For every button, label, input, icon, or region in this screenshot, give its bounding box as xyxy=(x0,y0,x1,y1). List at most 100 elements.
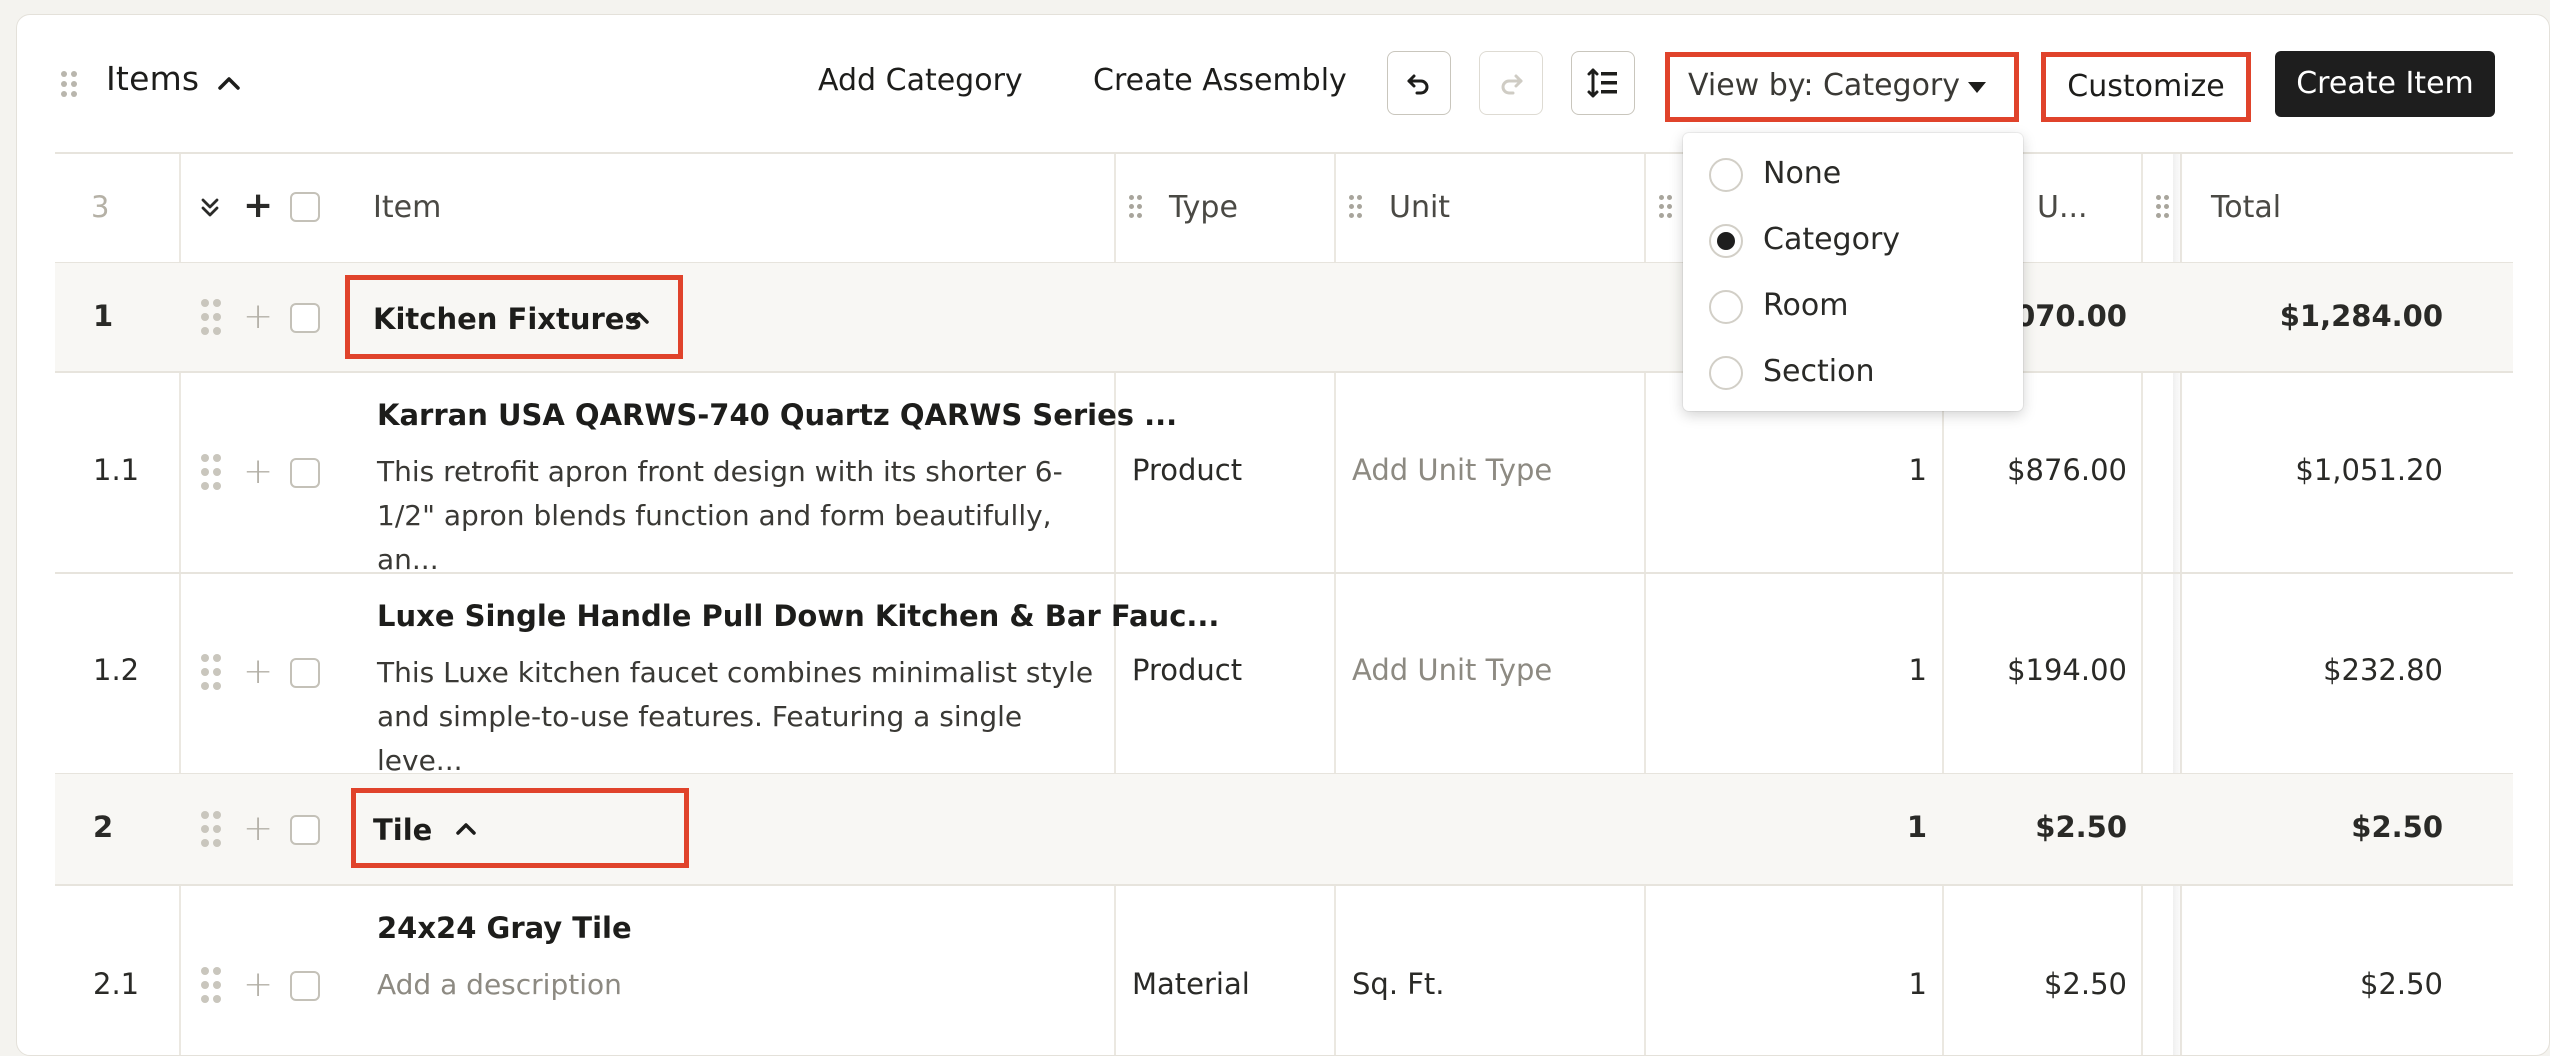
undo-icon xyxy=(1407,74,1429,95)
row-drag-handle-icon[interactable] xyxy=(201,654,223,690)
table-row[interactable]: 1.1 + Karran USA QARWS-740 Quartz QARWS … xyxy=(55,372,2513,576)
collapse-chevron-up-icon[interactable] xyxy=(625,304,653,332)
item-quantity[interactable]: 1 xyxy=(1755,453,1927,487)
column-header-type[interactable]: Type xyxy=(1169,190,1238,225)
create-item-button[interactable]: Create Item xyxy=(2275,51,2495,117)
view-by-label: View by: Category xyxy=(1688,68,1961,103)
view-option-none[interactable]: None xyxy=(1683,140,2023,206)
column-drag-icon[interactable] xyxy=(2156,195,2170,219)
customize-button[interactable]: Customize xyxy=(2041,52,2251,122)
line-spacing-icon xyxy=(1587,68,1617,98)
item-name[interactable]: Karran USA QARWS-740 Quartz QARWS Series… xyxy=(377,398,1177,432)
column-header-unit-cost[interactable]: U... xyxy=(2037,190,2088,225)
item-total: $2.50 xyxy=(2359,967,2443,1001)
row-checkbox[interactable] xyxy=(290,815,320,845)
radio-button-selected[interactable] xyxy=(1709,224,1743,258)
group-quantity: 1 xyxy=(1906,810,1927,844)
customize-label: Customize xyxy=(2067,69,2225,104)
add-category-button[interactable]: Add Category xyxy=(818,63,1023,98)
add-row-plus-icon[interactable]: + xyxy=(243,454,273,490)
view-option-room[interactable]: Room xyxy=(1683,272,2023,338)
table-row[interactable]: 1.2 + Luxe Single Handle Pull Down Kitch… xyxy=(55,573,2513,777)
column-drag-icon[interactable] xyxy=(1349,195,1363,219)
view-by-dropdown[interactable]: View by: Category xyxy=(1665,52,2019,122)
column-drag-icon[interactable] xyxy=(1659,195,1673,219)
select-all-checkbox[interactable] xyxy=(290,192,320,222)
group-name: Kitchen Fixtures xyxy=(373,302,642,336)
item-name[interactable]: Luxe Single Handle Pull Down Kitchen & B… xyxy=(377,599,1219,633)
item-unit[interactable]: Add Unit Type xyxy=(1352,453,1552,487)
group-row-tile[interactable]: 2 + Tile 1 $2.50 $2.50 xyxy=(55,774,2513,884)
item-unit-cost[interactable]: $876.00 xyxy=(1955,453,2127,487)
group-unit-cost: $2.50 xyxy=(2035,810,2127,844)
row-checkbox[interactable] xyxy=(290,303,320,333)
row-drag-handle-icon[interactable] xyxy=(201,454,223,490)
item-unit-cost[interactable]: $2.50 xyxy=(1955,967,2127,1001)
undo-button[interactable] xyxy=(1387,51,1451,115)
view-option-label: Category xyxy=(1763,222,1901,257)
redo-button[interactable] xyxy=(1479,51,1543,115)
row-drag-handle-icon[interactable] xyxy=(201,299,223,335)
item-description-line: and simple-to-use features. Featuring a … xyxy=(377,700,1023,777)
radio-button[interactable] xyxy=(1709,158,1743,192)
add-row-plus-icon[interactable]: + xyxy=(243,654,273,690)
group-number: 1 xyxy=(93,299,114,333)
row-drag-handle-icon[interactable] xyxy=(201,967,223,1003)
add-row-plus-icon[interactable]: + xyxy=(243,967,273,1003)
column-header-item[interactable]: Item xyxy=(373,190,441,225)
item-description-placeholder[interactable]: Add a description xyxy=(377,963,1097,1007)
items-panel: Items Add Category Create Assembly View … xyxy=(16,14,2550,1056)
radio-button[interactable] xyxy=(1709,290,1743,324)
row-checkbox[interactable] xyxy=(290,658,320,688)
expand-all-chevrons-icon[interactable] xyxy=(199,195,221,219)
view-option-label: Section xyxy=(1763,354,1875,389)
add-row-plus-icon[interactable]: + xyxy=(243,811,273,847)
table-header-row: 3 + Item Type Unit U... Total xyxy=(55,152,2513,262)
item-number: 2.1 xyxy=(93,967,140,1001)
item-unit[interactable]: Add Unit Type xyxy=(1352,653,1552,687)
add-row-plus-icon[interactable]: + xyxy=(243,299,273,335)
row-checkbox[interactable] xyxy=(290,971,320,1001)
item-quantity[interactable]: 1 xyxy=(1755,653,1927,687)
column-header-unit[interactable]: Unit xyxy=(1389,190,1450,225)
item-unit[interactable]: Sq. Ft. xyxy=(1352,967,1445,1001)
redo-icon xyxy=(1501,74,1523,95)
view-option-category[interactable]: Category xyxy=(1683,206,2023,272)
drag-handle-icon[interactable] xyxy=(61,71,79,99)
row-drag-handle-icon[interactable] xyxy=(201,811,223,847)
add-row-plus-icon[interactable]: + xyxy=(243,188,273,224)
create-assembly-button[interactable]: Create Assembly xyxy=(1093,63,1347,98)
item-unit-cost[interactable]: $194.00 xyxy=(1955,653,2127,687)
collapse-chevron-up-icon[interactable] xyxy=(452,815,480,843)
item-type[interactable]: Product xyxy=(1132,653,1242,687)
item-quantity[interactable]: 1 xyxy=(1755,967,1927,1001)
row-checkbox[interactable] xyxy=(290,458,320,488)
group-name-cell[interactable]: Tile xyxy=(351,788,689,868)
item-total: $1,051.20 xyxy=(2295,453,2443,487)
item-number: 1.2 xyxy=(93,653,140,687)
row-height-button[interactable] xyxy=(1571,51,1635,115)
group-name: Tile xyxy=(373,813,433,847)
item-name[interactable]: 24x24 Gray Tile xyxy=(377,911,632,945)
group-name-cell[interactable]: Kitchen Fixtures xyxy=(345,275,683,359)
item-description-line: This retrofit apron front design with it… xyxy=(377,455,1063,488)
item-description-line: 1/2" apron blends function and form beau… xyxy=(377,499,1052,576)
table-row[interactable]: 2.1 + 24x24 Gray Tile Add a description … xyxy=(55,885,2513,1055)
item-type[interactable]: Product xyxy=(1132,453,1242,487)
group-total: $1,284.00 xyxy=(2279,299,2443,333)
item-description-line: This Luxe kitchen faucet combines minima… xyxy=(377,656,1094,689)
collapse-chevron-up-icon[interactable] xyxy=(215,69,243,97)
caret-down-icon xyxy=(1968,82,1986,93)
view-option-section[interactable]: Section xyxy=(1683,338,2023,404)
item-total: $232.80 xyxy=(2323,653,2443,687)
column-header-total[interactable]: Total xyxy=(2211,190,2281,225)
item-type[interactable]: Material xyxy=(1132,967,1250,1001)
view-option-label: Room xyxy=(1763,288,1849,323)
view-option-label: None xyxy=(1763,156,1842,191)
radio-button[interactable] xyxy=(1709,356,1743,390)
group-number: 2 xyxy=(93,810,114,844)
column-drag-icon[interactable] xyxy=(1129,195,1143,219)
row-count: 3 xyxy=(91,190,110,224)
group-row-kitchen-fixtures[interactable]: 1 + Kitchen Fixtures 070.00 $1,284.00 xyxy=(55,263,2513,371)
item-number: 1.1 xyxy=(93,453,140,487)
